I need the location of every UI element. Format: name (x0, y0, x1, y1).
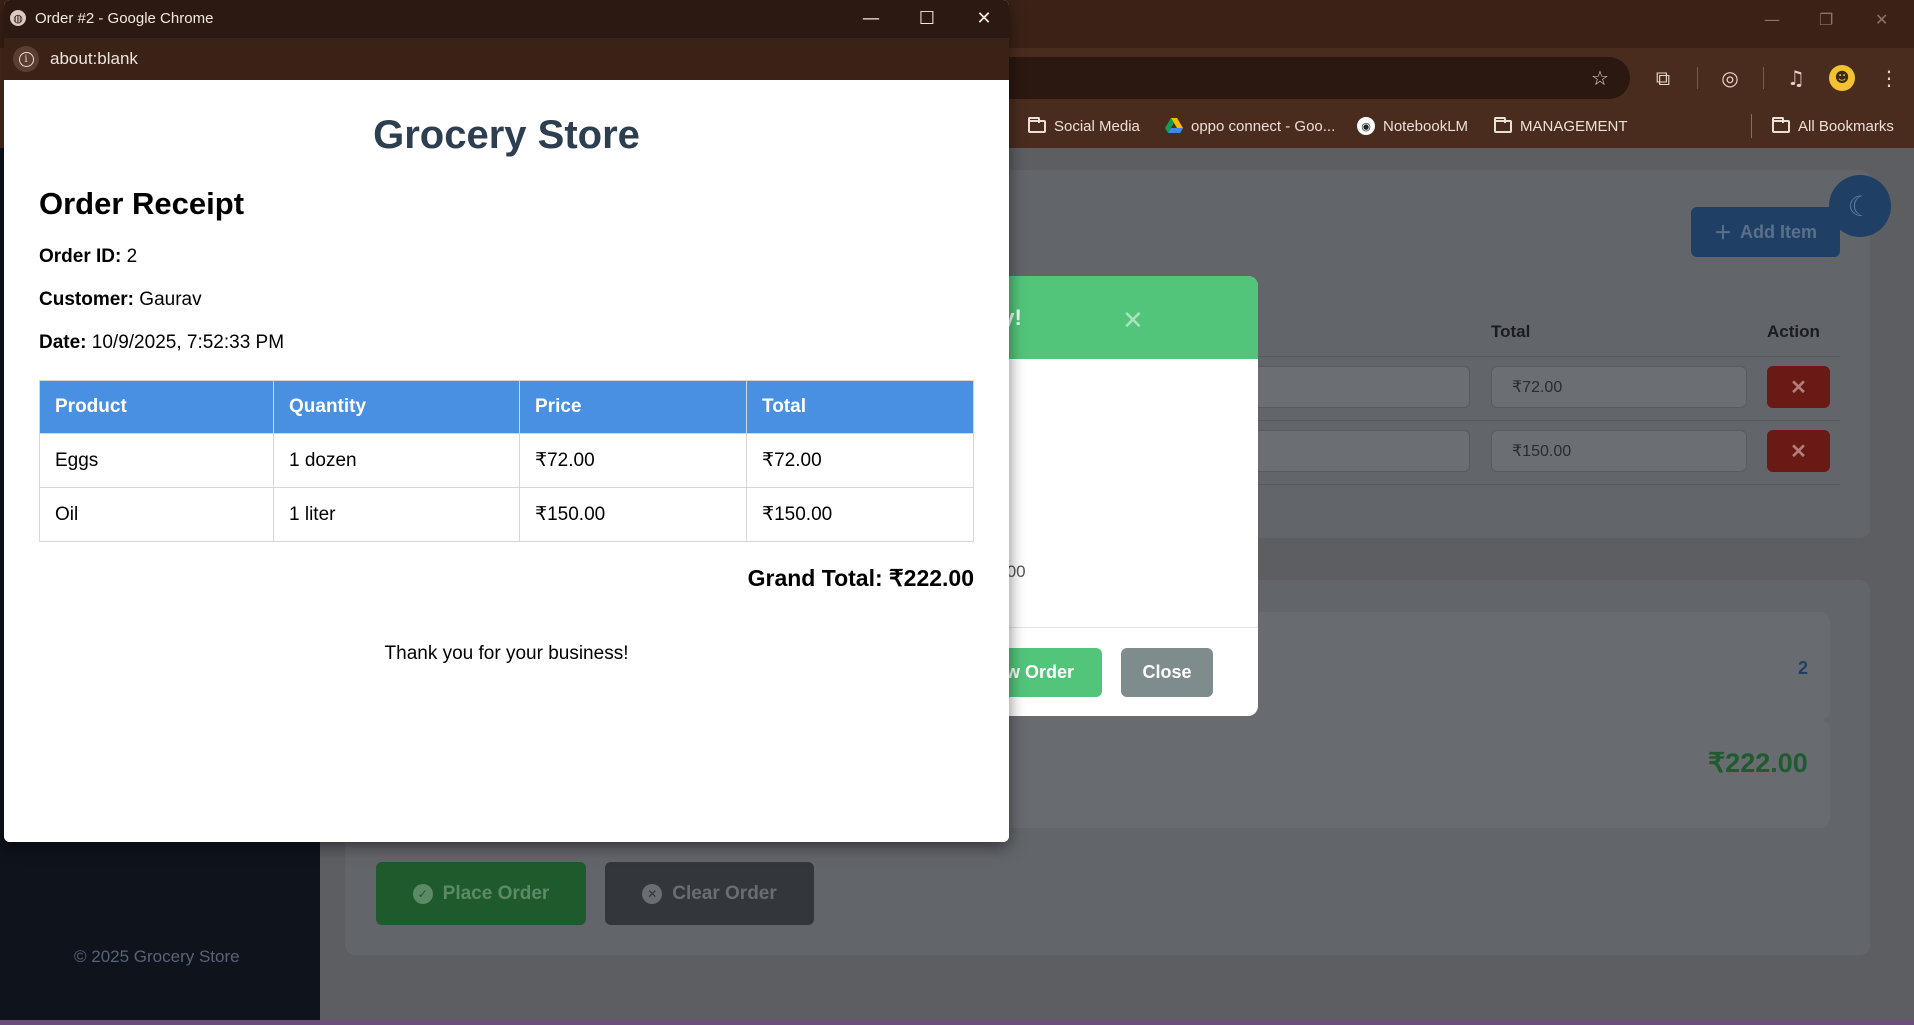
bookmark-label: oppo connect - Goo... (1191, 117, 1336, 135)
total-field: ₹72.00 (1491, 366, 1747, 408)
bookmark-social-media[interactable]: Social Media (1028, 114, 1140, 138)
popup-window-title: Order #2 - Google Chrome (35, 10, 214, 27)
order-id-value: 2 (126, 246, 138, 267)
cell-total: ₹72.00 (746, 433, 974, 488)
grand-total-label: Grand Total: (747, 565, 883, 591)
bookmark-label: MANAGEMENT (1520, 117, 1628, 135)
popup-url-bar (4, 38, 1009, 80)
x-circle-icon: ✕ (642, 883, 663, 904)
date-line: Date: 10/9/2025, 7:52:33 PM (39, 332, 284, 354)
delete-row-button[interactable]: ✕ (1767, 430, 1830, 472)
folder-icon (1772, 116, 1790, 133)
store-name: Grocery Store (373, 113, 640, 157)
cell-price: ₹150.00 (519, 487, 747, 542)
cell-quantity: 1 dozen (273, 433, 520, 488)
table-header-row: Product Quantity Price Total (39, 380, 974, 434)
media-control-icon[interactable]: ♫ (1782, 64, 1810, 92)
popup-minimize-icon[interactable]: — (859, 6, 883, 30)
google-drive-icon (1165, 118, 1183, 133)
column-header-action: Action (1767, 322, 1820, 341)
folder-icon (1028, 116, 1046, 133)
order-id-label: Order ID: (39, 246, 122, 267)
popup-close-icon[interactable]: ✕ (972, 6, 996, 30)
add-item-label: Add Item (1739, 221, 1817, 242)
folder-icon (1494, 116, 1512, 133)
place-order-label: Place Order (442, 882, 550, 904)
cell-total: ₹150.00 (746, 487, 974, 542)
popup-url[interactable]: about:blank (50, 49, 138, 69)
column-header-product: Product (39, 380, 274, 434)
background-restore-icon[interactable]: ❐ (1819, 10, 1833, 29)
sidebar-footer: © 2025 Grocery Store (74, 947, 240, 966)
grand-total-value: ₹222.00 (889, 565, 974, 591)
bookmark-star-icon[interactable]: ☆ (1586, 64, 1614, 92)
bookmark-oppo-connect[interactable]: oppo connect - Goo... (1165, 114, 1335, 138)
profile-avatar[interactable]: ☻ (1829, 65, 1855, 91)
date-label: Date: (39, 332, 87, 353)
modal-close-button[interactable]: Close (1121, 648, 1213, 697)
cell-product: Eggs (39, 433, 274, 488)
grand-total: Grand Total: ₹222.00 (748, 565, 974, 592)
order-id-line: Order ID: 2 (39, 246, 137, 268)
screenshot-icon[interactable]: ◎ (1716, 64, 1744, 92)
bookmark-label: Social Media (1054, 117, 1140, 135)
place-order-button[interactable]: ✓ Place Order (376, 862, 586, 925)
bookmarks-divider (1751, 114, 1752, 138)
receipt-popup-window: ◍ Order #2 - Google Chrome — ☐ ✕ i about… (4, 0, 1009, 842)
summary-total-panel (1000, 720, 1830, 828)
delete-row-button[interactable]: ✕ (1767, 366, 1830, 408)
cell-price: ₹72.00 (519, 433, 747, 488)
customer-label: Customer: (39, 289, 135, 310)
column-header-price: Price (519, 380, 747, 434)
bookmark-management[interactable]: MANAGEMENT (1494, 114, 1628, 138)
all-bookmarks-label: All Bookmarks (1798, 117, 1894, 135)
customer-line: Customer: Gaurav (39, 289, 202, 311)
modal-footer-divider (990, 627, 1258, 628)
column-header-total: Total (746, 380, 974, 434)
cell-product: Oil (39, 487, 274, 542)
background-address-bar[interactable] (1000, 57, 1630, 99)
summary-grand-total: ₹222.00 (1708, 748, 1808, 778)
bookmark-label: NotebookLM (1383, 117, 1469, 135)
dark-mode-toggle-moon-icon[interactable]: ☾ (1829, 175, 1891, 237)
popup-maximize-icon[interactable]: ☐ (915, 6, 939, 30)
site-info-icon[interactable]: i (13, 46, 39, 72)
background-minimize-icon[interactable]: — (1764, 10, 1780, 29)
cell-quantity: 1 liter (273, 487, 520, 542)
extensions-icon[interactable]: ⧉ (1649, 64, 1677, 92)
receipt-document: Grocery Store Order Receipt Order ID: 2 … (4, 80, 1009, 842)
all-bookmarks[interactable]: All Bookmarks (1772, 114, 1894, 138)
notebooklm-icon: ◉ (1357, 117, 1375, 135)
thank-you-message: Thank you for your business! (384, 643, 629, 664)
toolbar-separator (1763, 67, 1764, 89)
receipt-heading: Order Receipt (39, 186, 245, 221)
chrome-menu-icon[interactable]: ⋮ (1875, 64, 1903, 92)
globe-icon: ◍ (10, 10, 26, 26)
item-count-value: 2 (1798, 658, 1809, 678)
add-item-button[interactable]: ＋ Add Item (1691, 207, 1840, 257)
background-close-icon[interactable]: ✕ (1875, 10, 1888, 29)
table-row: Oil 1 liter ₹150.00 ₹150.00 (39, 487, 974, 542)
clear-order-button[interactable]: ✕ Clear Order (605, 862, 814, 925)
customer-value: Gaurav (139, 289, 202, 310)
taskbar-edge (0, 1020, 1914, 1025)
plus-icon: ＋ (1713, 223, 1732, 244)
date-value: 10/9/2025, 7:52:33 PM (91, 332, 285, 353)
column-header-quantity: Quantity (273, 380, 520, 434)
table-row: Eggs 1 dozen ₹72.00 ₹72.00 (39, 433, 974, 488)
column-header-total: Total (1491, 322, 1531, 341)
toolbar-separator (1697, 67, 1698, 89)
clear-order-label: Clear Order (672, 882, 777, 904)
modal-close-icon[interactable]: ✕ (1122, 306, 1144, 336)
receipt-items-table: Product Quantity Price Total Eggs 1 doze… (39, 380, 974, 542)
bookmark-notebooklm[interactable]: ◉ NotebookLM (1357, 114, 1468, 138)
check-circle-icon: ✓ (412, 883, 433, 904)
total-field: ₹150.00 (1491, 430, 1747, 472)
